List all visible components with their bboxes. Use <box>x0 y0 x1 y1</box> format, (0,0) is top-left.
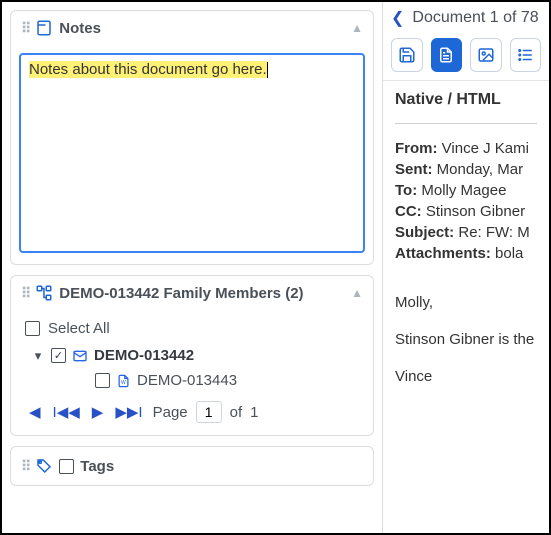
first-page-icon[interactable]: I◀◀ <box>51 403 82 421</box>
select-all-label: Select All <box>48 320 110 337</box>
chevron-down-icon[interactable]: ▾ <box>31 348 45 364</box>
body-line: Molly, <box>395 284 537 321</box>
doc-counter: Document 1 of 78 <box>412 9 538 27</box>
collapse-icon[interactable]: ▲ <box>351 21 363 35</box>
doc-checkbox[interactable] <box>95 373 110 388</box>
svg-text:W: W <box>121 380 126 386</box>
page-total: 1 <box>250 404 258 421</box>
email-headers: From: Vince J Kami Sent: Monday, Mar To:… <box>383 124 549 278</box>
drag-handle-icon[interactable]: ⠿ <box>21 458 29 475</box>
notes-panel: ⠿ Notes ▲ Notes about this document go h… <box>10 10 374 265</box>
attachments-label: Attachments: <box>395 245 491 262</box>
next-page-icon[interactable]: ▶ <box>90 403 106 421</box>
subject-label: Subject: <box>395 224 454 241</box>
document-icon: W <box>116 373 131 389</box>
note-icon <box>35 19 53 37</box>
email-body: Molly, Stinson Gibner is the Vince <box>383 278 549 401</box>
viewer-section-title: Native / HTML <box>383 80 549 123</box>
collapse-icon[interactable]: ▲ <box>351 286 363 300</box>
doc-checkbox[interactable]: ✓ <box>51 348 66 363</box>
doc-id: DEMO-013443 <box>137 372 237 389</box>
left-sidebar: ⠿ Notes ▲ Notes about this document go h… <box>2 2 382 533</box>
to-value: Molly Magee <box>421 182 506 199</box>
document-viewer: ❮ Document 1 of 78 Native / HTML From: V… <box>382 2 549 533</box>
tree-icon <box>35 284 53 302</box>
tags-title: Tags <box>80 458 114 475</box>
doc-id: DEMO-013442 <box>94 347 194 364</box>
last-page-icon[interactable]: ▶▶I <box>113 403 144 421</box>
subject-value: Re: FW: M <box>458 224 529 241</box>
from-label: From: <box>395 140 438 157</box>
select-all-checkbox[interactable] <box>25 321 40 336</box>
of-label: of <box>230 404 243 421</box>
viewer-toolbar <box>383 34 549 80</box>
tags-checkbox[interactable] <box>59 459 74 474</box>
tags-panel: ⠿ Tags <box>10 446 374 486</box>
attachments-value: bola <box>495 245 523 262</box>
sent-label: Sent: <box>395 161 433 178</box>
mail-icon <box>72 348 88 364</box>
tree-row-child[interactable]: W DEMO-013443 <box>31 368 363 393</box>
page-input[interactable] <box>196 401 222 423</box>
family-tree: ▾ ✓ DEMO-013442 W DEMO <box>21 343 363 393</box>
list-view-button[interactable] <box>510 38 542 72</box>
family-panel: ⠿ DEMO-013442 Family Members (2) ▲ Selec… <box>10 275 374 436</box>
drag-handle-icon[interactable]: ⠿ <box>21 285 29 302</box>
prev-page-icon[interactable]: ◀ <box>27 403 43 421</box>
family-pager: ◀ I◀◀ ▶ ▶▶I Page of 1 <box>21 393 363 425</box>
from-value: Vince J Kami <box>442 140 529 157</box>
cc-value: Stinson Gibner <box>426 203 525 220</box>
body-line: Vince <box>395 358 537 395</box>
cc-label: CC: <box>395 203 422 220</box>
save-button[interactable] <box>391 38 423 72</box>
tree-row-parent[interactable]: ▾ ✓ DEMO-013442 <box>31 343 363 368</box>
notes-textarea[interactable] <box>19 53 365 253</box>
family-title: DEMO-013442 Family Members (2) <box>59 285 345 302</box>
text-view-button[interactable] <box>431 38 463 72</box>
to-label: To: <box>395 182 417 199</box>
back-icon[interactable]: ❮ <box>391 8 404 28</box>
notes-title: Notes <box>59 20 345 37</box>
sent-value: Monday, Mar <box>437 161 523 178</box>
page-label: Page <box>153 404 188 421</box>
image-view-button[interactable] <box>470 38 502 72</box>
drag-handle-icon[interactable]: ⠿ <box>21 20 29 37</box>
tag-icon <box>35 457 53 475</box>
body-line: Stinson Gibner is the <box>395 321 537 358</box>
